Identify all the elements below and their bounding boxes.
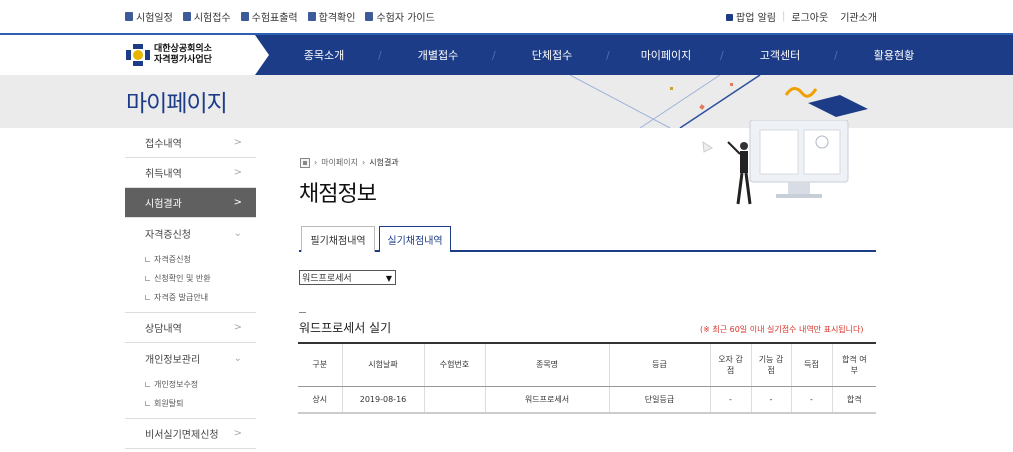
banner-title: 마이페이지: [126, 91, 228, 117]
table-cell: -: [750, 386, 791, 414]
col-header: 합격 여부: [831, 342, 876, 387]
gnb-item-intro[interactable]: 종목소개: [270, 47, 378, 63]
sidebar-item-consult[interactable]: 상담내역 >: [125, 313, 256, 343]
table-cell: -: [790, 386, 832, 414]
sidebar-item-exemption[interactable]: 비서실기면제신청 >: [125, 419, 256, 449]
col-header: 등급: [608, 342, 710, 387]
col-header: 득점: [790, 342, 832, 387]
col-header: 구분: [298, 342, 342, 387]
tab-practical[interactable]: 실기채점내역: [379, 226, 451, 252]
sidebar-item-applications[interactable]: 접수내역 >: [125, 128, 256, 158]
logout-link[interactable]: 로그아웃: [791, 9, 828, 24]
section-note: (※ 최근 60일 이내 실기점수 내역만 표시됩니다): [700, 325, 864, 334]
chevron-right-icon: >: [233, 428, 242, 439]
col-header: 오자 감점: [709, 342, 751, 387]
sidebar-item-acquired[interactable]: 취득내역 >: [125, 158, 256, 188]
breadcrumb-item[interactable]: 시험결과: [369, 157, 398, 168]
sidebar-sub-certificate: 자격증신청 신청확인 및 반환 자격증 발급안내: [125, 248, 256, 313]
sidebar-subitem[interactable]: 자격증신청: [145, 250, 256, 269]
logo-line1: 대한상공회의소: [154, 44, 212, 54]
util-link-apply[interactable]: 시험접수: [182, 9, 231, 24]
col-header: 수험번호: [423, 342, 485, 387]
sidebar-subitem[interactable]: 자격증 발급안내: [145, 288, 256, 307]
gnb-item-individual[interactable]: 개별접수: [384, 47, 492, 63]
table-cell: 합격: [831, 386, 876, 414]
gnb-item-mypage[interactable]: 마이페이지: [612, 47, 720, 63]
col-header: 기능 감점: [750, 342, 791, 387]
chevron-right-icon: >: [233, 322, 242, 333]
chevron-right-icon: >: [233, 167, 242, 178]
gnb-item-group[interactable]: 단체접수: [498, 47, 606, 63]
chevron-right-icon: >: [233, 197, 242, 208]
gnb-item-usage[interactable]: 활용현황: [840, 47, 948, 63]
calendar-icon: [125, 12, 133, 21]
section-marker: [299, 312, 306, 313]
breadcrumb-item[interactable]: 마이페이지: [321, 157, 358, 168]
chevron-down-icon: ⌄: [233, 352, 242, 364]
person-icon: [307, 12, 316, 21]
subject-select-value: 워드프로세서: [302, 274, 352, 284]
table-cell: 2019-08-16: [341, 386, 424, 414]
sidebar-subitem[interactable]: 신청확인 및 반환: [145, 269, 256, 288]
sidebar-item-certificate[interactable]: 자격증신청 ⌄: [125, 218, 256, 248]
about-link[interactable]: 기관소개: [840, 9, 877, 24]
print-icon: [240, 12, 249, 21]
home-icon[interactable]: [300, 157, 310, 168]
result-tabs: 필기채점내역 실기채점내역: [299, 226, 876, 252]
gnb-menu: 종목소개 / 개별접수 / 단체접수 / 마이페이지 / 고객센터 / 활용현황: [270, 35, 948, 75]
sidebar-item-results[interactable]: 시험결과 >: [125, 188, 256, 218]
page-title: 채점정보: [299, 182, 377, 207]
logo[interactable]: 대한상공회의소 자격평가사업단: [0, 35, 269, 75]
guide-icon: [365, 12, 374, 21]
sidebar: 접수내역 > 취득내역 > 시험결과 > 자격증신청 ⌄ 자격증신청 신청확인 및 반환…: [125, 128, 256, 449]
util-link-schedule[interactable]: 시험일정: [125, 9, 173, 24]
result-table: 구분 시험날짜 수험번호 종목명 등급 오자 감점 기능 감점 득점 합격 여부…: [298, 342, 876, 414]
section-title: 워드프로세서 실기: [299, 321, 392, 335]
col-header: 종목명: [484, 342, 609, 387]
sidebar-subitem[interactable]: 개인정보수정: [145, 375, 256, 394]
util-link-result[interactable]: 합격확인: [307, 9, 355, 24]
table-cell: 상시: [298, 386, 342, 414]
table-row: 상시 2019-08-16 워드프로세서 단일등급 - - - 합격: [298, 386, 876, 414]
logo-line2: 자격평가사업단: [154, 55, 212, 65]
sidebar-item-privacy[interactable]: 개인정보관리 ⌄: [125, 343, 256, 373]
sidebar-subitem[interactable]: 회원탈퇴: [145, 394, 256, 413]
col-header: 시험날짜: [341, 342, 424, 387]
logo-mark-icon: [126, 44, 150, 66]
breadcrumb: › 마이페이지 › 시험결과: [300, 157, 399, 168]
global-nav: 대한상공회의소 자격평가사업단 종목소개 / 개별접수 / 단체접수 / 마이페…: [0, 33, 1013, 75]
util-link-guide[interactable]: 수험자 가이드: [365, 9, 435, 24]
chevron-down-icon: ▼: [385, 274, 392, 283]
sidebar-sub-privacy: 개인정보수정 회원탈퇴: [125, 373, 256, 419]
table-cell: -: [709, 386, 751, 414]
table-cell: [423, 386, 485, 414]
table-cell: 워드프로세서: [484, 386, 609, 414]
subject-select[interactable]: 워드프로세서 ▼: [299, 270, 396, 285]
gnb-item-support[interactable]: 고객센터: [726, 47, 834, 63]
chevron-down-icon: ⌄: [233, 227, 242, 239]
table-cell: 단일등급: [608, 386, 710, 414]
monitor-illustration: [702, 120, 849, 205]
apply-icon: [182, 12, 191, 21]
utility-links: 시험일정 시험접수 수험표출력 합격확인 수험자 가이드: [125, 9, 435, 24]
popup-icon: [725, 14, 733, 21]
utility-right: 팝업 알림 | 로그아웃 기관소개: [725, 9, 877, 24]
popup-alert-link[interactable]: 팝업 알림: [725, 9, 776, 24]
table-header-row: 구분 시험날짜 수험번호 종목명 등급 오자 감점 기능 감점 득점 합격 여부: [298, 342, 876, 387]
utility-bar: 시험일정 시험접수 수험표출력 합격확인 수험자 가이드 팝업 알림 | 로그아…: [0, 0, 1013, 33]
chevron-right-icon: >: [233, 137, 242, 148]
tab-written[interactable]: 필기채점내역: [301, 226, 375, 252]
util-link-ticket[interactable]: 수험표출력: [240, 9, 298, 24]
